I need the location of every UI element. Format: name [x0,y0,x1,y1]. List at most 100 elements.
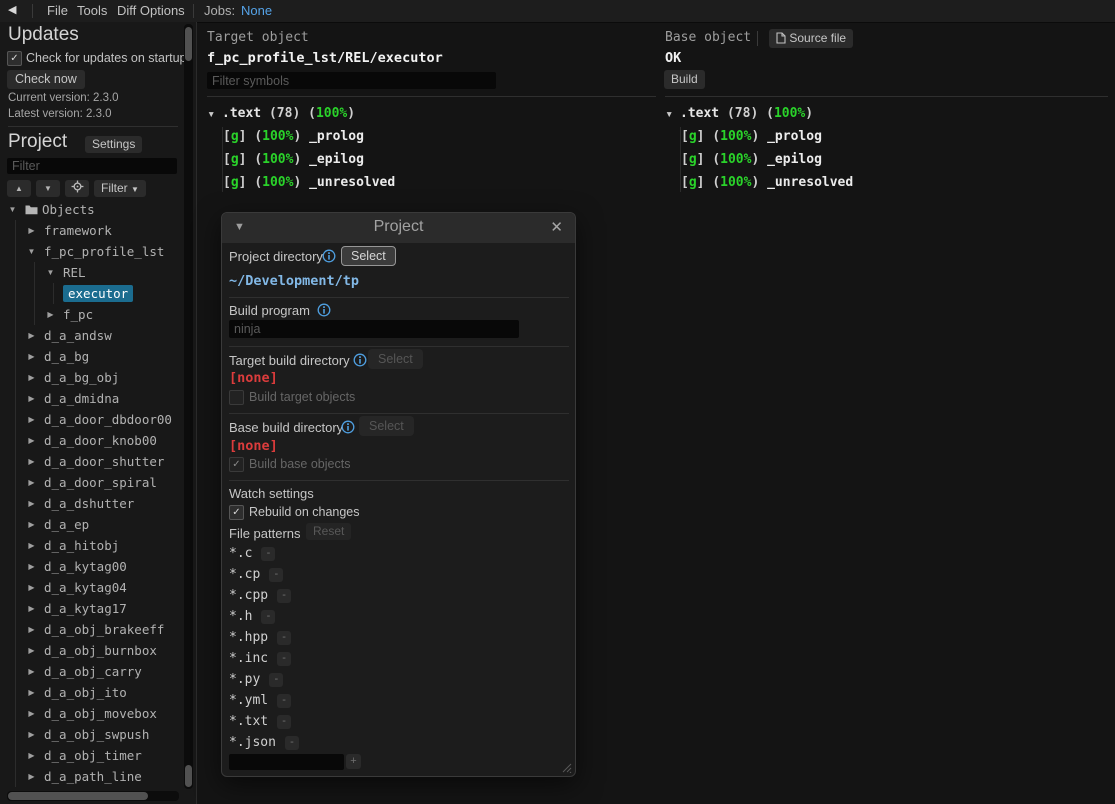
chevron-down-icon[interactable]: ▼ [25,247,38,256]
symbol-row[interactable]: [g] (100%) _prolog [207,125,647,148]
horizontal-scrollbar-thumb[interactable] [8,792,148,800]
collapse-all-button[interactable]: ▲ [7,180,31,197]
close-icon[interactable]: ✕ [550,218,563,236]
tree-item-d_a_hitobj[interactable]: ▶d_a_hitobj [0,535,183,556]
chevron-down-icon[interactable]: ▼ [665,103,680,126]
remove-pattern-button[interactable]: - [277,631,291,645]
tree-item-d_a_bg_obj[interactable]: ▶d_a_bg_obj [0,367,183,388]
chevron-right-icon[interactable]: ▶ [25,583,38,592]
build-program-input[interactable] [229,320,519,338]
tree-item-d_a_obj_carry[interactable]: ▶d_a_obj_carry [0,661,183,682]
remove-pattern-button[interactable]: - [277,694,291,708]
remove-pattern-button[interactable]: - [261,610,275,624]
tree-item-d_a_obj_ito[interactable]: ▶d_a_obj_ito [0,682,183,703]
remove-pattern-button[interactable]: - [269,568,283,582]
tree-item-d_a_door_knob00[interactable]: ▶d_a_door_knob00 [0,430,183,451]
chevron-right-icon[interactable]: ▶ [25,625,38,634]
tree-item-f_pc_profile_lst[interactable]: ▼f_pc_profile_lst [0,241,183,262]
chevron-right-icon[interactable]: ▶ [25,541,38,550]
target-build-directory-select-button[interactable]: Select [368,349,423,369]
check-updates-checkbox[interactable]: ✓ [7,51,22,66]
project-filter-input[interactable] [7,158,177,174]
tree-item-executor[interactable]: executor [0,283,183,304]
symbol-row[interactable]: [g] (100%) _unresolved [207,171,647,194]
jobs-none-link[interactable]: None [241,3,272,18]
chevron-right-icon[interactable]: ▶ [25,520,38,529]
chevron-right-icon[interactable]: ▶ [25,604,38,613]
reset-patterns-button[interactable]: Reset [306,523,351,540]
tree-item-d_a_bg[interactable]: ▶d_a_bg [0,346,183,367]
vertical-scrollbar[interactable] [184,24,193,789]
remove-pattern-button[interactable]: - [277,715,291,729]
chevron-right-icon[interactable]: ▶ [25,730,38,739]
tree-item-d_a_dshutter[interactable]: ▶d_a_dshutter [0,493,183,514]
resize-grip[interactable] [558,759,572,778]
remove-pattern-button[interactable]: - [261,547,275,561]
tree-item-d_a_kytag00[interactable]: ▶d_a_kytag00 [0,556,183,577]
menu-file[interactable]: File [47,3,68,18]
tree-item-Objects[interactable]: ▼Objects [0,199,183,220]
tree-item-d_a_andsw[interactable]: ▶d_a_andsw [0,325,183,346]
chevron-right-icon[interactable]: ▶ [25,772,38,781]
tree-item-d_a_obj_timer[interactable]: ▶d_a_obj_timer [0,745,183,766]
tree-item-d_a_kytag17[interactable]: ▶d_a_kytag17 [0,598,183,619]
symbol-row[interactable]: [g] (100%) _epilog [665,148,1105,171]
project-directory-select-button[interactable]: Select [341,246,396,266]
project-settings-button[interactable]: Settings [85,136,142,153]
tree-item-d_a_door_spiral[interactable]: ▶d_a_door_spiral [0,472,183,493]
rebuild-on-changes-checkbox[interactable]: ✓ [229,505,244,520]
check-now-button[interactable]: Check now [7,70,85,89]
tree-item-d_a_dmidna[interactable]: ▶d_a_dmidna [0,388,183,409]
vertical-scrollbar-thumb-lower[interactable] [185,765,192,787]
expand-all-button[interactable]: ▼ [36,180,60,197]
symbol-row[interactable]: [g] (100%) _epilog [207,148,647,171]
new-pattern-input[interactable] [229,754,344,770]
chevron-down-icon[interactable]: ▼ [207,103,222,126]
tree-item-d_a_kytag04[interactable]: ▶d_a_kytag04 [0,577,183,598]
add-pattern-button[interactable]: + [346,754,361,769]
chevron-right-icon[interactable]: ▶ [25,646,38,655]
chevron-right-icon[interactable]: ▶ [25,688,38,697]
remove-pattern-button[interactable]: - [277,589,291,603]
source-file-button[interactable]: Source file [769,29,853,48]
locate-current-button[interactable] [65,180,89,197]
symbol-row[interactable]: [g] (100%) _unresolved [665,171,1105,194]
chevron-right-icon[interactable]: ▶ [25,457,38,466]
tree-item-d_a_obj_swpush[interactable]: ▶d_a_obj_swpush [0,724,183,745]
remove-pattern-button[interactable]: - [269,673,283,687]
chevron-right-icon[interactable]: ▶ [44,310,57,319]
tree-item-f_pc[interactable]: ▶f_pc [0,304,183,325]
menu-tools[interactable]: Tools [77,3,107,18]
tree-item-framework[interactable]: ▶framework [0,220,183,241]
symbol-row[interactable]: [g] (100%) _prolog [665,125,1105,148]
remove-pattern-button[interactable]: - [285,736,299,750]
remove-pattern-button[interactable]: - [277,652,291,666]
build-base-objects-checkbox[interactable]: ✓ [229,457,244,472]
tree-item-REL[interactable]: ▼REL [0,262,183,283]
chevron-right-icon[interactable]: ▶ [25,436,38,445]
tree-item-d_a_obj_brakeeff[interactable]: ▶d_a_obj_brakeeff [0,619,183,640]
chevron-right-icon[interactable]: ▶ [25,751,38,760]
chevron-right-icon[interactable]: ▶ [25,499,38,508]
symbol-section-row[interactable]: ▼.text (78) (100%) [207,102,647,125]
tree-item-d_a_path_line[interactable]: ▶d_a_path_line [0,766,183,787]
chevron-right-icon[interactable]: ▶ [25,415,38,424]
chevron-right-icon[interactable]: ▶ [25,562,38,571]
chevron-right-icon[interactable]: ▶ [25,352,38,361]
symbol-section-row[interactable]: ▼.text (78) (100%) [665,102,1105,125]
target-filter-symbols-input[interactable] [207,72,496,89]
build-button[interactable]: Build [664,70,705,89]
tree-item-d_a_obj_burnbox[interactable]: ▶d_a_obj_burnbox [0,640,183,661]
chevron-down-icon[interactable]: ▼ [6,205,19,214]
tree-item-d_a_door_dbdoor00[interactable]: ▶d_a_door_dbdoor00 [0,409,183,430]
tree-item-d_a_door_shutter[interactable]: ▶d_a_door_shutter [0,451,183,472]
tree-item-d_a_ep[interactable]: ▶d_a_ep [0,514,183,535]
build-target-objects-checkbox[interactable] [229,390,244,405]
dialog-titlebar[interactable]: ▼ Project ✕ [222,213,575,243]
chevron-right-icon[interactable]: ▶ [25,667,38,676]
chevron-right-icon[interactable]: ▶ [25,331,38,340]
chevron-right-icon[interactable]: ▶ [25,373,38,382]
base-build-directory-select-button[interactable]: Select [359,416,414,436]
chevron-down-icon[interactable]: ▼ [44,268,57,277]
back-button[interactable]: ◀ [8,3,16,16]
